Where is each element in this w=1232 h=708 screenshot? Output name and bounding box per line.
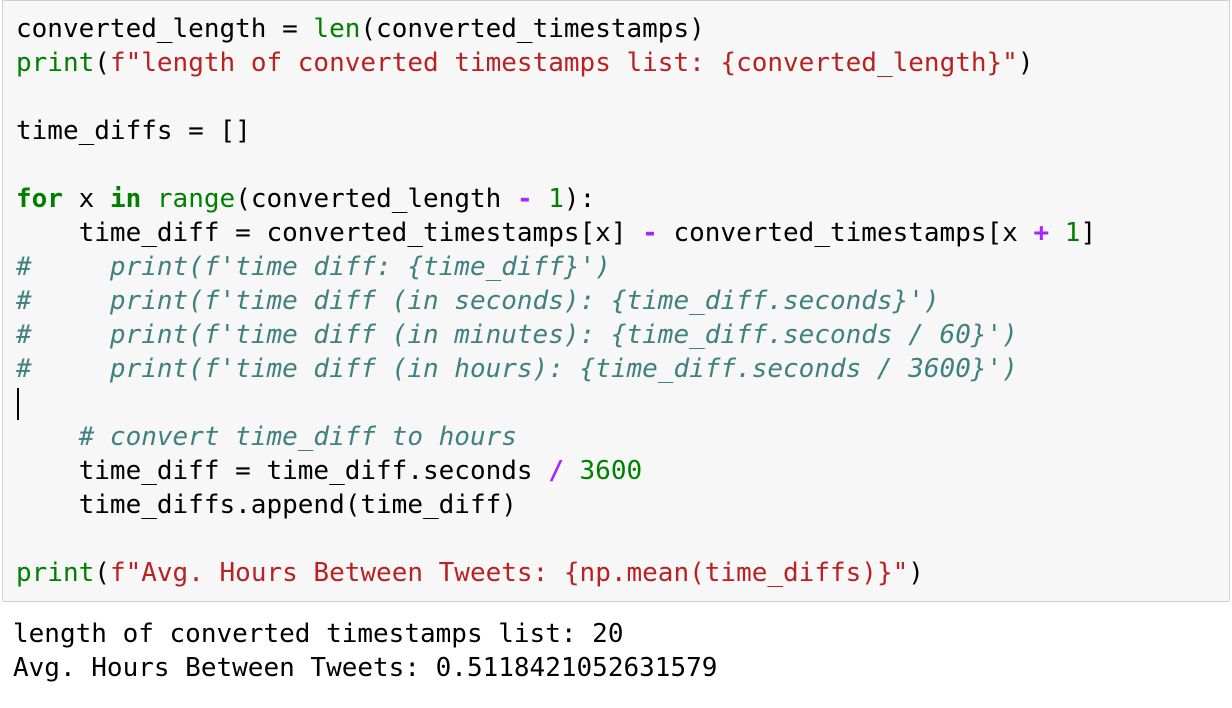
operator-minus: - [516, 184, 533, 214]
code-line-14: time_diff = time_diff.seconds / 3600 [16, 454, 643, 488]
code-text: converted_timestamps[x [657, 218, 1034, 248]
code-text: ( [94, 558, 110, 588]
code-line-4: time_diffs = [] [16, 114, 251, 148]
comment-line: # print(f'time diff (in seconds): {time_… [16, 286, 940, 316]
code-text: ( [94, 48, 110, 78]
keyword-in: in [109, 184, 142, 214]
code-text: x [62, 184, 110, 214]
code-line-15: time_diffs.append(time_diff) [16, 490, 517, 520]
code-line-6: for x in range(converted_length - 1): [16, 182, 595, 216]
code-text: ] [1080, 218, 1097, 248]
comment-line: # convert time_diff to hours [16, 422, 517, 452]
operator-plus: + [1033, 218, 1050, 248]
code-text: (converted_timestamps) [360, 14, 705, 44]
comment-line: # print(f'time diff: {time_diff}') [16, 252, 611, 282]
fstring: f"length of converted timestamps list: {… [109, 48, 1018, 78]
keyword-for: for [16, 184, 63, 214]
code-line-7: time_diff = converted_timestamps[x] - co… [16, 216, 1097, 250]
builtin-range: range [156, 184, 236, 214]
code-text: ) [1017, 48, 1034, 78]
comment-line: # print(f'time diff (in minutes): {time_… [16, 320, 1018, 350]
code-line-2: print(f"length of converted timestamps l… [16, 46, 1034, 80]
operator-divide: / [548, 456, 564, 486]
comment-line: # print(f'time diff (in hours): {time_di… [16, 354, 1018, 384]
builtin-print: print [16, 48, 95, 78]
code-text: time_diff = time_diff.seconds [16, 456, 549, 486]
operator-minus: - [642, 218, 658, 248]
number-literal: 1 [548, 184, 564, 214]
code-text: time_diff = converted_timestamps[x] [16, 218, 643, 248]
builtin-print: print [16, 558, 95, 588]
code-line-1: converted_length = len(converted_timesta… [16, 12, 705, 46]
code-line-17: print(f"Avg. Hours Between Tweets: {np.m… [16, 556, 924, 590]
number-literal: 1 [1064, 218, 1081, 248]
fstring: f"Avg. Hours Between Tweets: {np.mean(ti… [109, 558, 909, 588]
output-line: length of converted timestamps list: 20 [13, 619, 624, 649]
text-cursor [17, 388, 19, 420]
output-line: Avg. Hours Between Tweets: 0.51184210526… [13, 653, 718, 683]
code-text: converted_length = [16, 14, 314, 44]
code-text: ): [563, 184, 596, 214]
code-text: (converted_length [235, 184, 517, 214]
number-literal: 3600 [579, 456, 643, 486]
code-text: ) [908, 558, 924, 588]
code-text: time_diffs = [] [16, 116, 251, 146]
builtin-len: len [313, 14, 361, 44]
